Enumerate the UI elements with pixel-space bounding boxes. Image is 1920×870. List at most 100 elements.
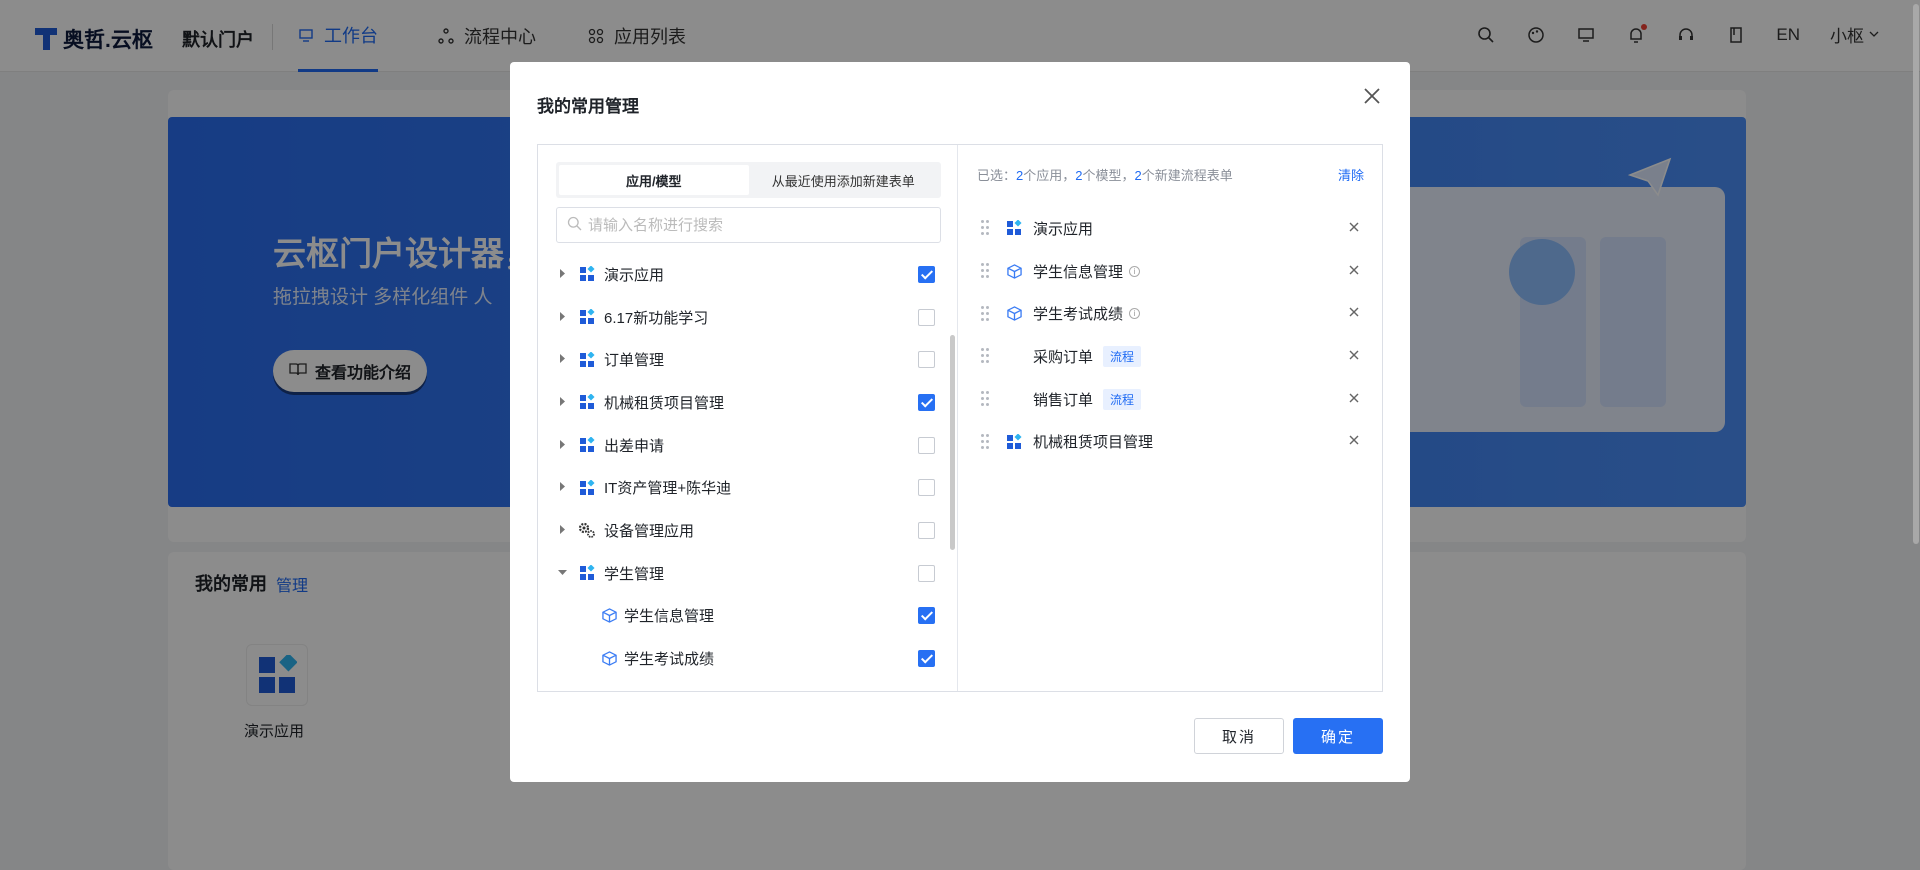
tree-node-label: 机械租赁项目管理 [604,394,725,412]
selected-item-label: 采购订单 流程 [1033,345,1142,367]
drag-handle-icon[interactable] [981,347,991,365]
drag-handle-icon[interactable] [981,219,991,237]
forms-count: 2 [1134,168,1142,183]
tree-node[interactable]: 订单管理 [538,338,948,381]
dialog-title: 我的常用管理 [537,97,639,116]
selected-item-label: 学生考试成绩 i [1033,303,1141,324]
app-icon [578,351,596,369]
common-manage-dialog: 我的常用管理 应用/模型 从最近使用添加新建表单 演示应用 6.17新功能学习订单… [510,62,1410,782]
remove-icon[interactable] [1348,348,1360,365]
tree-node[interactable]: 学生考试成绩 [538,637,948,680]
tree-node[interactable]: 6.17新功能学习 [538,296,948,339]
tree-node-checkbox[interactable] [918,521,935,539]
tree-node-checkbox[interactable] [918,393,935,411]
selected-item-label: 演示应用 [1033,218,1093,239]
tree-node-label: 学生管理 [604,565,665,583]
model-cube-icon [1005,262,1023,280]
remove-icon[interactable] [1348,433,1360,450]
caret-right-icon[interactable] [558,268,568,280]
caret-right-icon[interactable] [558,311,568,323]
tree-scrollbar[interactable] [950,335,955,550]
tree-node[interactable]: 学生管理 [538,552,948,595]
tree-node[interactable]: IT资产管理+陈华迪 [538,466,948,509]
tree-node-checkbox[interactable] [918,308,935,326]
tree-node[interactable]: 出差申请 [538,424,948,467]
drag-handle-icon[interactable] [981,433,991,451]
cancel-button[interactable]: 取消 [1194,718,1284,754]
flow-tag: 流程 [1103,345,1142,367]
tree-node-checkbox[interactable] [918,479,935,497]
model-cube-icon [600,650,618,668]
info-icon[interactable]: i [1129,308,1141,320]
selected-item: 采购订单 流程 [959,335,1382,378]
selection-summary: 已选：2个应用，2个模型，2个新建流程表单 [977,165,1233,184]
app-icon [578,436,596,454]
caret-right-icon[interactable] [558,396,568,408]
app-icon [578,564,596,582]
selected-item-text: 演示应用 [1033,220,1094,238]
model-cube-icon [1005,305,1023,323]
selected-item: 演示应用 [959,207,1382,250]
tree-node[interactable]: 演示应用 [538,253,948,296]
caret-down-icon[interactable] [558,568,568,579]
search-input[interactable] [588,216,918,234]
info-icon[interactable]: i [1129,265,1141,277]
clear-button[interactable]: 清除 [1338,165,1364,184]
tree-node-label: 6.17新功能学习 [604,309,709,327]
confirm-button[interactable]: 确定 [1293,718,1383,754]
selected-item-text: 采购订单 [1033,348,1094,366]
drag-handle-icon[interactable] [981,305,991,323]
apps-text: 个应用， [1023,168,1076,183]
tree-node-label: 订单管理 [604,352,665,370]
tree-node-label: 学生信息管理 [624,608,715,626]
tree-node-checkbox[interactable] [918,351,935,369]
app-icon [578,393,596,411]
drag-handle-icon[interactable] [981,262,991,280]
tree-node[interactable]: 学生信息管理 [538,595,948,638]
selected-item: 学生考试成绩 i [959,292,1382,335]
page-scrollbar[interactable] [1912,0,1920,870]
remove-icon[interactable] [1348,305,1360,322]
selected-list: 演示应用 学生信息管理 i 学生考试成绩 i 采购订单 流程 销售订单 流程 机械租赁项目管理 [959,207,1382,463]
caret-right-icon[interactable] [558,354,568,365]
caret-right-icon[interactable] [558,439,568,451]
tree-node[interactable]: 设备管理应用 [538,509,948,552]
app-icon [578,479,596,497]
caret-right-icon[interactable] [558,482,568,493]
flow-tag: 流程 [1103,388,1142,410]
tree-node-checkbox[interactable] [918,607,935,625]
tree-node-label: 出差申请 [604,437,665,455]
app-icon [578,308,596,326]
selected-item-label: 销售订单 流程 [1033,388,1142,410]
selected-item-text: 学生信息管理 [1033,263,1124,281]
drag-handle-icon[interactable] [981,390,991,408]
search-icon [567,216,582,234]
tab-recent-forms[interactable]: 从最近使用添加新建表单 [749,165,939,195]
source-pane: 应用/模型 从最近使用添加新建表单 演示应用 6.17新功能学习订单管理机械租赁项… [538,145,958,691]
selected-item-label: 学生信息管理 i [1033,261,1141,282]
caret-right-icon[interactable] [558,524,568,536]
app-icon [1005,219,1023,237]
tree-node-label: 演示应用 [604,266,665,284]
selected-item: 销售订单 流程 [959,378,1382,421]
selected-item-label: 机械租赁项目管理 [1033,431,1153,452]
selected-item-text: 销售订单 [1033,391,1094,409]
page-scrollbar-thumb[interactable] [1913,4,1919,544]
selected-item: 学生信息管理 i [959,250,1382,293]
source-tabs: 应用/模型 从最近使用添加新建表单 [556,162,941,198]
models-text: 个模型， [1082,168,1135,183]
tab-apps-models[interactable]: 应用/模型 [559,165,749,195]
app-icon [578,265,596,283]
tree-node-checkbox[interactable] [918,265,935,283]
tree-node[interactable]: 机械租赁项目管理 [538,381,948,424]
tree-node-checkbox[interactable] [918,564,935,582]
remove-icon[interactable] [1348,263,1360,280]
summary-prefix: 已选： [977,168,1017,183]
remove-icon[interactable] [1348,391,1360,408]
tree-node-checkbox[interactable] [918,650,935,668]
close-icon[interactable] [1360,86,1384,110]
search-box [556,207,941,243]
tree-node-checkbox[interactable] [918,436,935,454]
app-tree: 演示应用 6.17新功能学习 订单管理机械租赁项目管理 出差申请 IT资产管理+陈华迪设… [538,253,948,680]
remove-icon[interactable] [1348,220,1360,237]
